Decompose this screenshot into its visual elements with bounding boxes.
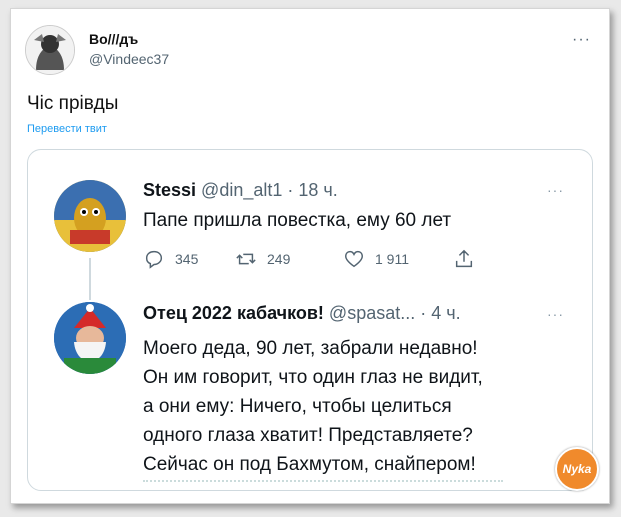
reply-icon [145,250,163,269]
father-text-line: Моего деда, 90 лет, забрали недавно! [143,338,478,359]
quote-more-icon: ··· [547,182,564,198]
quote-more-icon-2: ··· [547,306,564,322]
retweet-count: 249 [267,251,291,267]
retweet-action: 249 [235,248,290,270]
reply-count: 345 [175,251,199,267]
father-header: Отец 2022 кабачков! @spasat... · 4 ч. [143,303,461,324]
like-count: 1 911 [375,251,409,267]
cropped-action-row [143,480,503,488]
tweet-card: Во///дъ @Vindeec37 ··· Чіс прівды Переве… [10,8,610,504]
stessi-text: Папе пришла повестка, ему 60 лет [143,210,452,231]
father-name: Отец 2022 кабачков! [143,303,324,323]
heart-icon [345,250,363,268]
father-meta: @spasat... · 4 ч. [323,303,461,323]
stessi-actions: 345 249 1 911 [143,248,503,274]
author-handle[interactable]: @Vindeec37 [89,51,169,67]
more-options-icon[interactable]: ··· [572,31,591,49]
stessi-name: Stessi [143,180,197,200]
reply-action: 345 [143,248,198,270]
father-text: Моего деда, 90 лет, забрали недавно! Он … [143,334,563,479]
stessi-header: Stessi @din_alt1 · 18 ч. [143,180,338,201]
father-text-line: Он им говорит, что один глаз не видит, [143,367,483,388]
author-name[interactable]: Во///дъ [89,31,138,47]
translate-link[interactable]: Перевести твит [27,123,107,135]
author-avatar[interactable] [25,25,75,75]
father-text-line: а они ему: Ничего, чтобы целиться [143,396,452,417]
father-avatar [54,302,126,374]
stessi-meta: @din_alt1 · 18 ч. [196,180,338,200]
retweet-icon [236,253,256,265]
stessi-avatar [54,180,126,252]
share-action [453,248,475,270]
father-text-line: Сейчас он под Бахмутом, снайпером! [143,454,476,475]
watermark-logo: Nyka [555,447,599,491]
share-icon [455,249,473,268]
tweet-text: Чіс прівды [27,93,119,114]
thread-line [89,258,91,300]
quoted-screenshot[interactable]: Stessi @din_alt1 · 18 ч. ··· Папе пришла… [27,149,593,491]
father-text-line: одного глаза хватит! Представляете? [143,425,473,446]
like-action: 1 911 [343,248,409,270]
